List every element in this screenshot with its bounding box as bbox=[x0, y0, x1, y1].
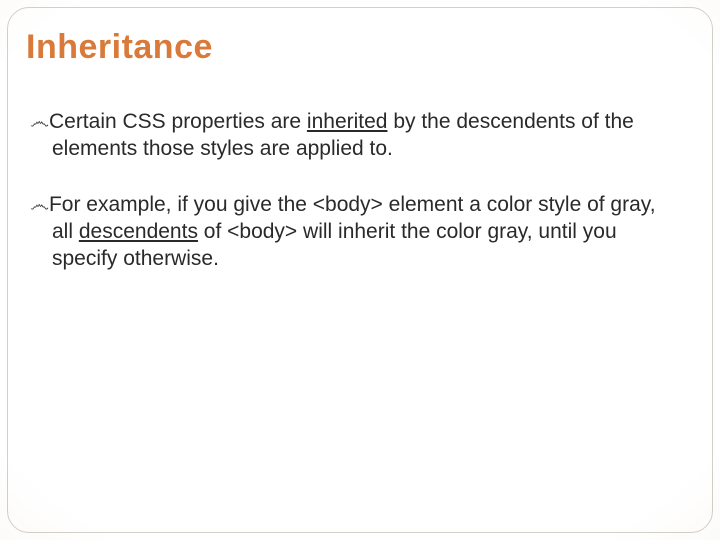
bullet-paragraph-2: ෴For example, if you give the <body> ele… bbox=[30, 191, 680, 273]
bullet-glyph-icon: ෴ bbox=[30, 111, 49, 133]
p1-text-before: Certain CSS properties are bbox=[49, 110, 307, 133]
bullet-paragraph-1: ෴Certain CSS properties are inherited by… bbox=[30, 108, 680, 163]
slide-body: ෴Certain CSS properties are inherited by… bbox=[30, 108, 680, 300]
p1-underlined-word: inherited bbox=[307, 110, 388, 133]
slide-title: Inheritance bbox=[26, 28, 213, 67]
slide-container: Inheritance ෴Certain CSS properties are … bbox=[0, 0, 720, 540]
bullet-glyph-icon: ෴ bbox=[30, 194, 49, 216]
p2-underlined-word: descendents bbox=[79, 220, 198, 243]
